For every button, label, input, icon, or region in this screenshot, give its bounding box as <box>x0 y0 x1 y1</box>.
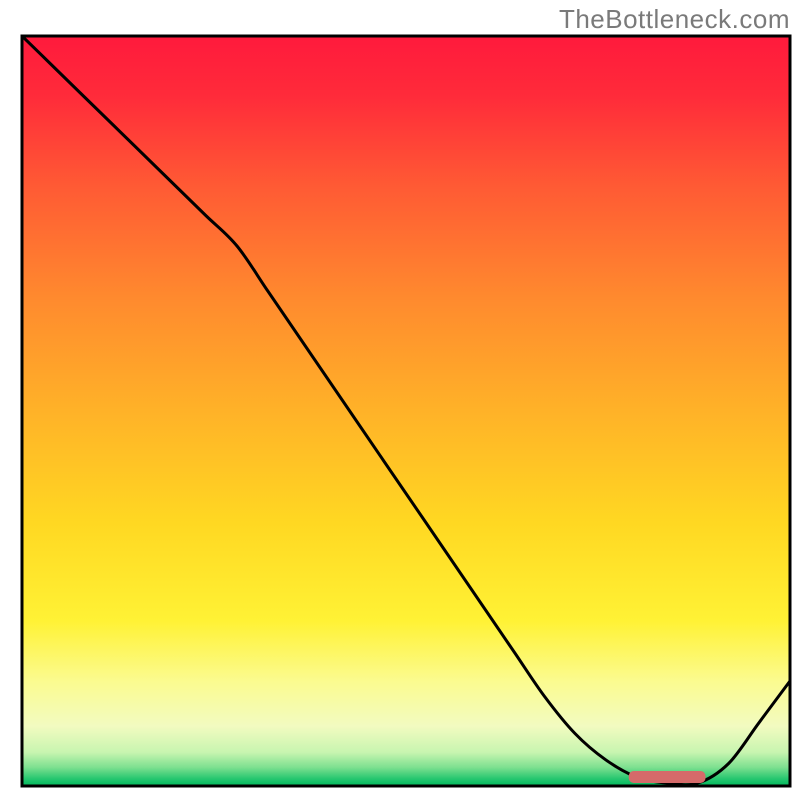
chart-container: TheBottleneck.com <box>0 0 800 800</box>
bottleneck-chart <box>0 0 800 800</box>
plot-area <box>22 36 790 786</box>
optimal-range-marker <box>629 771 706 783</box>
